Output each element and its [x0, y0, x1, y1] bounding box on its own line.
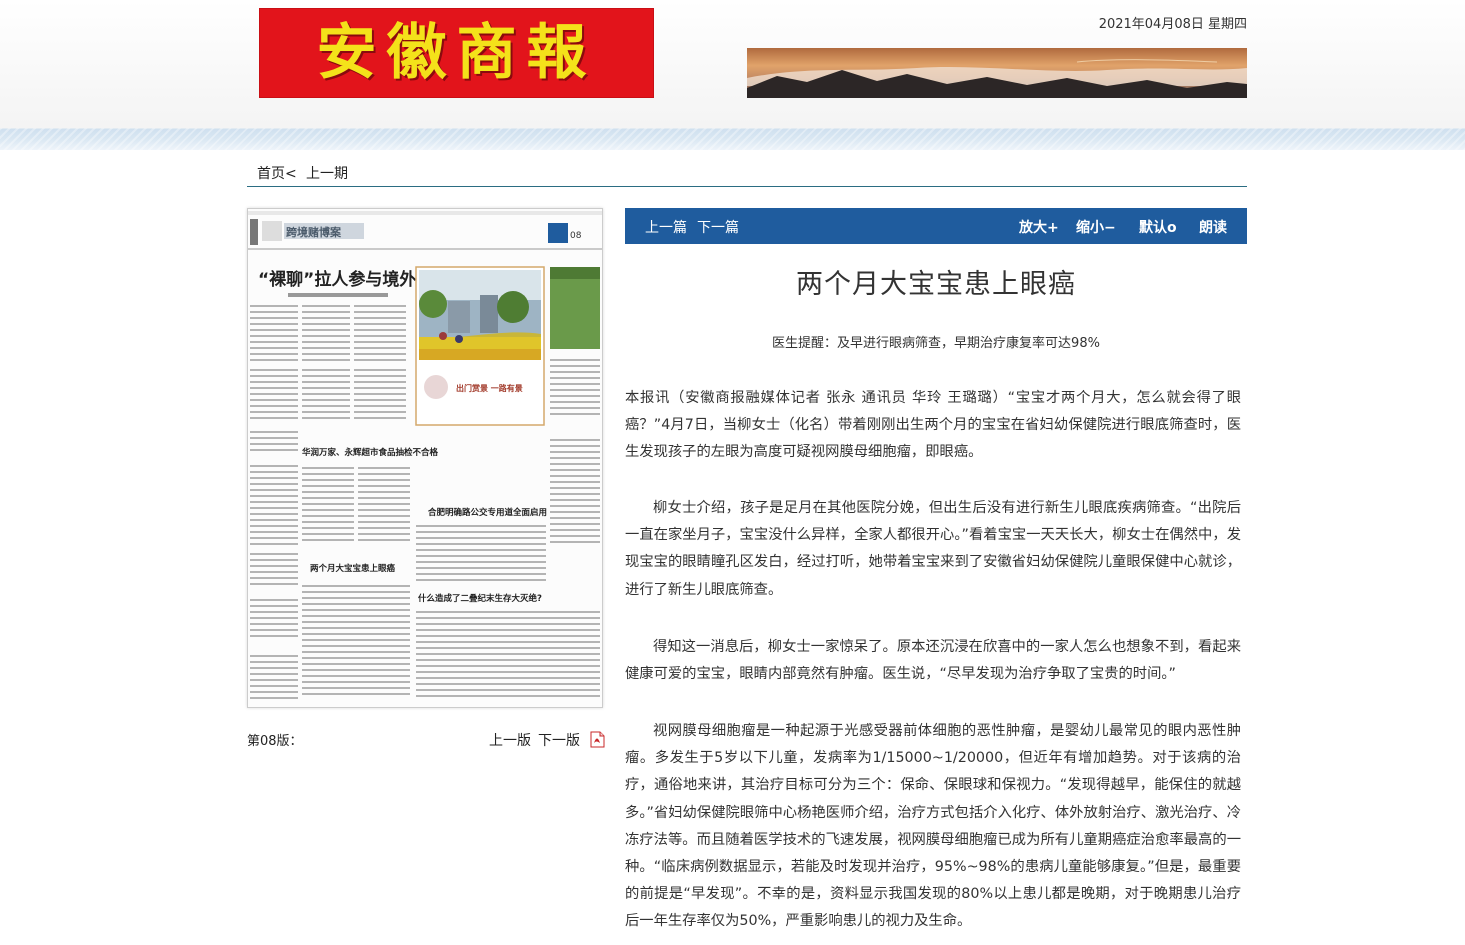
default-size-button[interactable]: 默认o — [1139, 217, 1177, 237]
masthead-logo-text: 安徽商報 — [316, 18, 597, 88]
issue-date: 2021年04月08日 星期四 — [1098, 17, 1247, 32]
read-aloud-button[interactable]: 朗读 — [1199, 217, 1227, 237]
masthead-logo[interactable]: 安徽商報 — [259, 8, 654, 98]
nav-bar: 首页< 上一期 — [247, 160, 1247, 187]
zoom-out-button[interactable]: 缩小− — [1076, 217, 1116, 237]
nav-home-link[interactable]: 首页< — [257, 163, 297, 183]
nav-prev-issue-link[interactable]: 上一期 — [306, 163, 348, 183]
article-paragraph-1: 本报讯（安徽商报融媒体记者 张永 通讯员 华玲 王璐璐）“宝宝才两个月大，怎么就… — [625, 390, 1241, 461]
pdf-download-icon[interactable] — [589, 731, 605, 748]
prev-page-link[interactable]: 上一版 — [489, 730, 531, 750]
next-article-link[interactable]: 下一篇 — [697, 217, 739, 237]
edition-label: 第08版： — [247, 734, 303, 749]
thumb-headline-3: 出门赏景 一路有景 — [456, 383, 523, 393]
article-paragraph-4: 视网膜母细胞瘤是一种起源于光感受器前体细胞的恶性肿瘤，是婴幼儿最常见的眼内恶性肿… — [625, 723, 1241, 930]
header-stripe — [0, 128, 1465, 150]
next-page-link[interactable]: 下一版 — [538, 730, 580, 750]
zoom-in-button[interactable]: 放大+ — [1019, 217, 1059, 237]
thumb-headline-2: 华润万家、永辉超市食品抽检不合格 — [302, 447, 439, 458]
thumb-page-number: 08 — [570, 231, 582, 241]
thumb-headline-4: 合肥明确路公交专用道全面启用 — [427, 507, 547, 518]
article-paragraph-3: 得知这一消息后，柳女士一家惊呆了。原本还沉浸在欣喜中的一家人怎么也想象不到，看起… — [625, 639, 1241, 683]
article-title: 两个月大宝宝患上眼癌 — [796, 269, 1076, 300]
thumb-headline-6: 什么造成了二叠纪末生存大灭绝? — [418, 593, 542, 604]
page-pager: 第08版： 上一版 下一版 — [247, 730, 605, 750]
article-subtitle: 医生提醒：及早进行眼病筛查，早期治疗康复率可达98% — [772, 336, 1100, 351]
thumb-headline-5: 两个月大宝宝患上眼癌 — [310, 563, 396, 574]
landscape-banner-image — [747, 48, 1247, 98]
article-toolbar: 上一篇 下一篇 放大+ 缩小− 默认o 朗读 — [625, 208, 1247, 244]
prev-article-link[interactable]: 上一篇 — [645, 217, 687, 237]
article-paragraph-2: 柳女士介绍，孩子是足月在其他医院分娩，但出生后没有进行新生儿眼底疾病筛查。“出院… — [625, 500, 1241, 598]
thumb-section-name: 跨境赌博案 — [286, 225, 342, 239]
newspaper-page-thumbnail[interactable]: 跨境赌博案 08 “裸聊”拉人参与境外网络赌博 华润万家、永辉超市食品抽检不合格 — [247, 208, 603, 708]
